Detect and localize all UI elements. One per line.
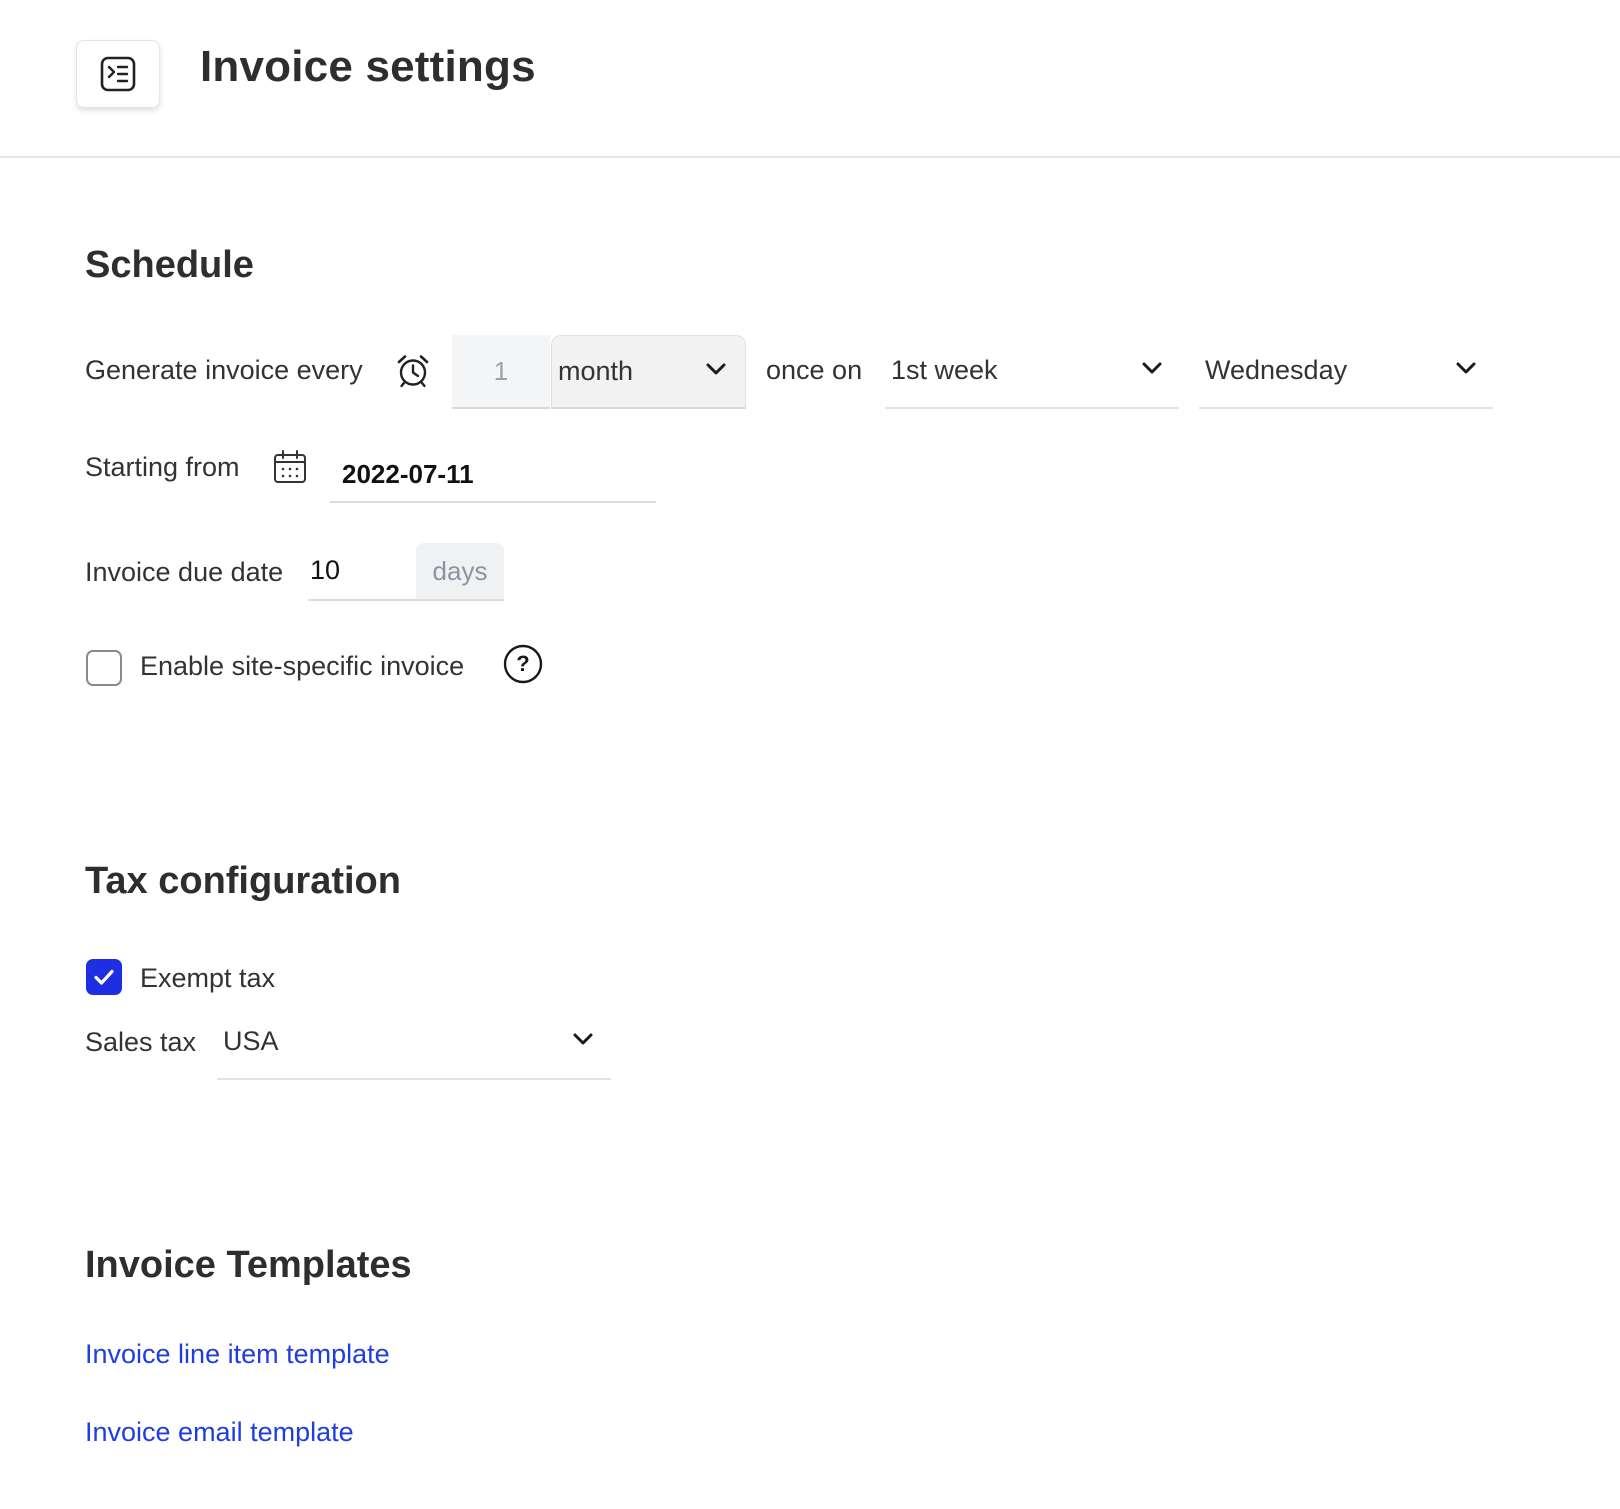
- chevron-down-icon: [573, 1033, 593, 1045]
- start-date-value: 2022-07-11: [342, 459, 474, 489]
- interval-number-input[interactable]: 1: [452, 335, 550, 409]
- page-header: Invoice settings: [0, 0, 1620, 158]
- svg-text:?: ?: [516, 651, 529, 676]
- sidebar-toggle-button[interactable]: [76, 40, 160, 108]
- templates-section-title: Invoice Templates: [85, 1244, 412, 1286]
- page-title: Invoice settings: [200, 42, 536, 91]
- generate-invoice-label: Generate invoice every: [85, 355, 363, 385]
- sales-tax-select[interactable]: USA: [217, 1006, 611, 1080]
- days-unit-addon: days: [416, 543, 504, 601]
- chevron-down-icon: [1456, 362, 1476, 374]
- email-template-link[interactable]: Invoice email template: [85, 1417, 354, 1448]
- week-select[interactable]: 1st week: [885, 335, 1179, 409]
- chevron-down-icon: [706, 363, 726, 375]
- week-value: 1st week: [891, 355, 998, 385]
- sales-tax-value: USA: [223, 1026, 279, 1056]
- calendar-icon: [274, 450, 306, 483]
- sidebar-toggle-icon: [100, 56, 136, 92]
- site-specific-label: Enable site-specific invoice: [140, 651, 465, 681]
- chevron-down-icon: [1142, 362, 1162, 374]
- help-circle-icon[interactable]: ?: [503, 644, 543, 684]
- once-on-label: once on: [766, 355, 863, 385]
- start-date-input[interactable]: 2022-07-11: [330, 445, 656, 503]
- site-specific-checkbox[interactable]: [86, 650, 122, 686]
- due-days-value: 10: [310, 555, 341, 585]
- due-days-input[interactable]: 10: [308, 543, 416, 601]
- day-value: Wednesday: [1205, 355, 1348, 385]
- interval-unit-value: month: [558, 356, 634, 386]
- exempt-tax-label: Exempt tax: [140, 963, 276, 993]
- exempt-tax-checkbox[interactable]: [86, 959, 122, 995]
- tax-section-title: Tax configuration: [85, 860, 401, 902]
- invoice-due-date-label: Invoice due date: [85, 557, 284, 587]
- schedule-section-title: Schedule: [85, 244, 254, 286]
- line-item-template-link[interactable]: Invoice line item template: [85, 1339, 390, 1370]
- starting-from-label: Starting from: [85, 452, 240, 482]
- interval-unit-select[interactable]: month: [551, 335, 746, 409]
- day-select[interactable]: Wednesday: [1199, 335, 1493, 409]
- alarm-clock-icon: [397, 355, 429, 388]
- sales-tax-label: Sales tax: [85, 1027, 197, 1057]
- checkmark-icon: [94, 969, 114, 985]
